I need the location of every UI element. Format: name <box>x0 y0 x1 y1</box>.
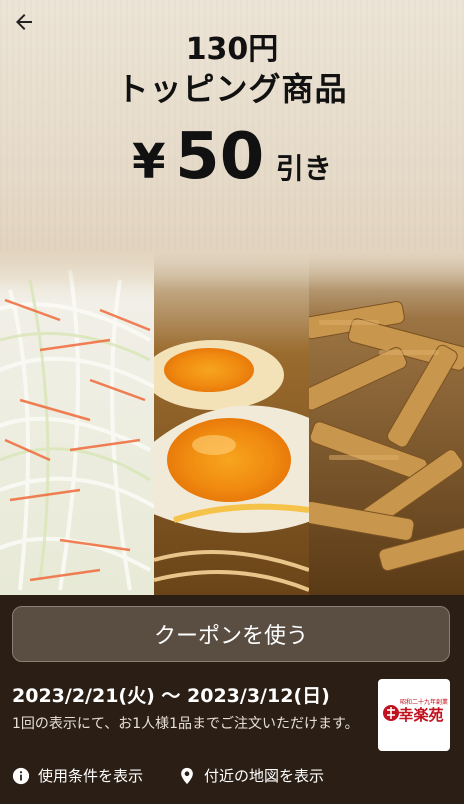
food-photos <box>0 250 464 595</box>
use-coupon-button[interactable]: クーポンを使う <box>12 606 450 662</box>
terms-link[interactable]: 使用条件を表示 <box>12 765 143 786</box>
brand-name: 幸楽苑 <box>398 706 443 724</box>
offer-title-topping: トッピング商品 <box>116 70 348 108</box>
offer-title-price: 130円 <box>185 32 279 67</box>
back-arrow-icon[interactable] <box>12 10 36 34</box>
discount-value: 50 <box>175 120 265 194</box>
coupon-links: 使用条件を表示 付近の地図を表示 <box>12 765 452 789</box>
coupon-detail-panel: クーポンを使う 2023/2/21(火) 〜 2023/3/12(日) 1回の表… <box>0 595 464 804</box>
coupon-page: 130円 トッピング商品 ¥ 50 引き クーポンを使う 2023/2/21(火… <box>0 0 464 804</box>
map-link[interactable]: 付近の地図を表示 <box>178 765 324 786</box>
discount-amount: ¥ 50 引き <box>0 120 464 194</box>
info-icon <box>12 767 30 784</box>
currency-symbol: ¥ <box>132 134 166 190</box>
map-pin-icon <box>181 767 193 784</box>
negi-topping-image <box>0 250 154 595</box>
terms-link-label: 使用条件を表示 <box>38 767 144 785</box>
discount-suffix: 引き <box>275 152 332 185</box>
menma-topping-image <box>309 250 464 595</box>
valid-period: 2023/2/21(火) 〜 2023/3/12(日) <box>12 685 330 707</box>
coupon-header: 130円 トッピング商品 ¥ 50 引き <box>0 0 464 250</box>
brand-tagline: 昭和二十九年創業 <box>400 698 448 706</box>
egg-topping-image <box>154 250 309 595</box>
usage-note: 1回の表示にて、お1人様1品までご注文いただけます。 <box>12 716 359 732</box>
map-link-label: 付近の地図を表示 <box>204 767 325 785</box>
photo-top-fade <box>0 250 464 290</box>
brand-logo: 昭和二十九年創業 幸楽苑 <box>378 679 450 751</box>
kourakuen-logo-icon: 昭和二十九年創業 幸楽苑 <box>383 698 448 724</box>
